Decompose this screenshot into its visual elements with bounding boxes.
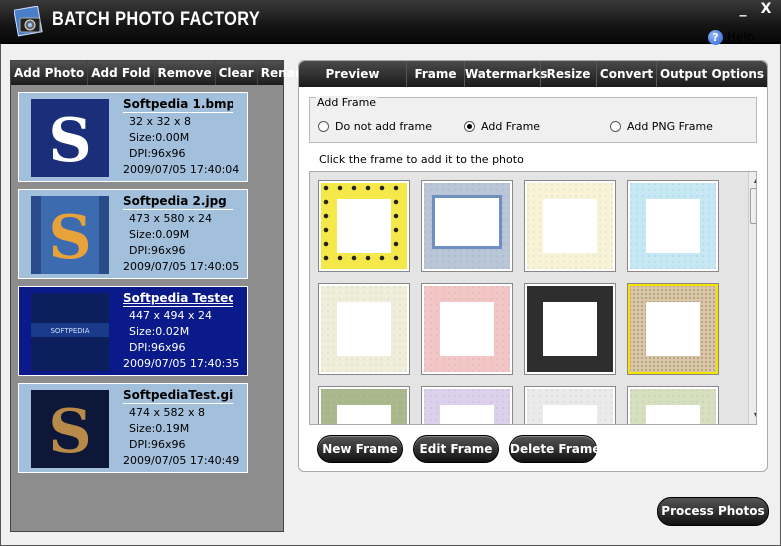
clear-button[interactable]: Clear <box>216 61 258 85</box>
frame-thumbnail[interactable] <box>318 180 410 272</box>
radio-add-png-frame-dot <box>610 121 621 132</box>
photo-toolbar: Add Photo Add Fold Remove Clear Rename <box>11 61 315 85</box>
file-name: Softpedia 1.bmp <box>123 97 233 113</box>
file-thumbnail: S <box>31 390 109 468</box>
frame-photo-area <box>646 199 700 253</box>
edit-frame-button[interactable]: Edit Frame <box>413 435 499 463</box>
frame-photo-area <box>543 405 597 424</box>
help-link[interactable]: ? Help <box>708 29 754 45</box>
frame-thumbnail[interactable] <box>627 283 719 375</box>
file-date: 2009/07/05 17:40:05 <box>123 260 240 273</box>
file-name: Softpedia Tested.jp <box>123 291 233 307</box>
frame-thumbnail[interactable] <box>627 386 719 424</box>
svg-text:S: S <box>48 397 91 467</box>
title-bar: BATCH PHOTO FACTORY _ X <box>0 0 781 44</box>
help-label: Help <box>727 30 755 44</box>
frame-photo-area <box>337 405 391 424</box>
frame-thumbnail[interactable] <box>318 283 410 375</box>
svg-text:S: S <box>48 106 91 176</box>
svg-text:SOFTPEDIA: SOFTPEDIA <box>50 327 89 335</box>
file-name: SoftpediaTest.gif <box>123 388 233 404</box>
camera-logo-icon <box>14 6 43 37</box>
frame-thumbnail[interactable] <box>421 283 513 375</box>
new-frame-button[interactable]: New Frame <box>317 435 403 463</box>
help-icon: ? <box>708 29 723 45</box>
frame-thumbnail[interactable] <box>421 386 513 424</box>
add-folder-button[interactable]: Add Fold <box>88 61 155 85</box>
frame-photo-area <box>337 199 391 253</box>
radio-add-frame-dot <box>464 121 475 132</box>
frame-hint: Click the frame to add it to the photo <box>319 153 524 166</box>
file-dimensions: 473 x 580 x 24 <box>129 212 212 225</box>
file-date: 2009/07/05 17:40:49 <box>123 454 240 467</box>
frame-thumbnail[interactable] <box>421 180 513 272</box>
tab-convert[interactable]: Convert <box>597 61 657 87</box>
frame-photo-area <box>440 302 494 356</box>
remove-button[interactable]: Remove <box>155 61 216 85</box>
app-title: BATCH PHOTO FACTORY <box>52 9 261 30</box>
file-size: Size:0.19M <box>129 422 190 435</box>
file-dimensions: 32 x 32 x 8 <box>129 115 191 128</box>
frame-thumbnail[interactable] <box>627 180 719 272</box>
tab-frame[interactable]: Frame <box>407 61 465 87</box>
file-size: Size:0.00M <box>129 131 190 144</box>
radio-no-frame-dot <box>318 121 329 132</box>
frame-thumbnail[interactable] <box>524 386 616 424</box>
frame-gallery: ▲ ▼ <box>309 171 757 425</box>
file-thumbnail: S <box>31 99 109 177</box>
radio-no-frame[interactable]: Do not add frame <box>318 120 432 133</box>
frame-photo-area <box>646 302 700 356</box>
radio-add-png-frame-label: Add PNG Frame <box>627 120 713 133</box>
add-photo-button[interactable]: Add Photo <box>11 61 89 85</box>
radio-add-frame[interactable]: Add Frame <box>464 120 540 133</box>
file-size: Size:0.02M <box>129 325 190 338</box>
frame-thumbnail[interactable] <box>524 180 616 272</box>
tab-watermarks[interactable]: Watermarks <box>465 61 547 87</box>
file-thumbnail: S <box>31 196 109 274</box>
file-dimensions: 474 x 582 x 8 <box>129 406 205 419</box>
add-frame-legend: Add Frame <box>316 96 378 109</box>
process-photos-button[interactable]: Process Photos <box>657 497 769 526</box>
scroll-thumb[interactable] <box>750 188 756 224</box>
file-item[interactable]: S SoftpediaTest.gif 474 x 582 x 8 Size:0… <box>18 383 248 473</box>
file-date: 2009/07/05 17:40:35 <box>123 357 240 370</box>
tab-output-options[interactable]: Output Options <box>657 61 767 87</box>
tab-preview[interactable]: Preview <box>299 61 407 87</box>
file-item[interactable]: S Softpedia 1.bmp 32 x 32 x 8 Size:0.00M… <box>18 92 248 182</box>
frame-thumbnail[interactable] <box>318 386 410 424</box>
file-dimensions: 447 x 494 x 24 <box>129 309 212 322</box>
add-frame-group: Add Frame Do not add frame Add Frame Add… <box>309 96 757 143</box>
file-size: Size:0.09M <box>129 228 190 241</box>
frame-photo-area <box>543 199 597 253</box>
minimize-button[interactable]: _ <box>733 2 753 17</box>
delete-frame-button[interactable]: Delete Frame <box>509 435 601 463</box>
radio-add-png-frame[interactable]: Add PNG Frame <box>610 120 713 133</box>
photo-list-panel: Add Photo Add Fold Remove Clear Rename S… <box>10 60 315 532</box>
frame-photo-area <box>543 302 597 356</box>
scroll-up-icon[interactable]: ▲ <box>749 172 756 188</box>
file-date: 2009/07/05 17:40:04 <box>123 163 240 176</box>
file-dpi: DPI:96x96 <box>129 244 186 257</box>
frame-photo-area <box>337 302 391 356</box>
file-thumbnail: SOFTPEDIA <box>31 293 109 371</box>
file-item[interactable]: S Softpedia 2.jpg 473 x 580 x 24 Size:0.… <box>18 189 248 279</box>
frame-photo-area <box>432 195 502 249</box>
file-dpi: DPI:96x96 <box>129 341 186 354</box>
tab-resize[interactable]: Resize <box>541 61 597 87</box>
close-button[interactable]: X <box>756 2 776 17</box>
radio-add-frame-label: Add Frame <box>481 120 541 133</box>
frame-gallery-scrollbar[interactable]: ▲ ▼ <box>748 172 756 424</box>
file-item-selected[interactable]: SOFTPEDIA Softpedia Tested.jp 447 x 494 … <box>18 286 248 376</box>
svg-text:S: S <box>48 203 91 273</box>
frame-photo-area <box>646 405 700 424</box>
options-panel: Preview Frame Watermarks Resize Convert … <box>298 60 768 472</box>
file-dpi: DPI:96x96 <box>129 438 186 451</box>
file-name: Softpedia 2.jpg <box>123 194 233 210</box>
file-dpi: DPI:96x96 <box>129 147 186 160</box>
radio-no-frame-label: Do not add frame <box>335 120 433 133</box>
scroll-down-icon[interactable]: ▼ <box>749 408 756 424</box>
frame-photo-area <box>440 405 494 424</box>
tab-bar: Preview Frame Watermarks Resize Convert … <box>299 61 767 87</box>
frame-thumbnail[interactable] <box>524 283 616 375</box>
